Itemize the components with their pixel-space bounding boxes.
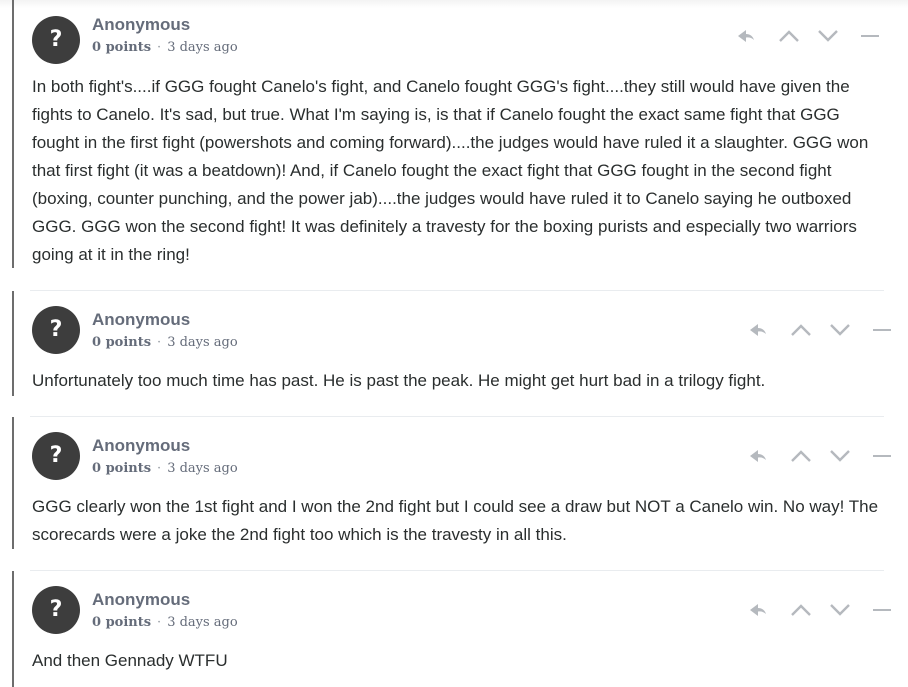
comment-body: Unfortunately too much time has past. He…: [32, 371, 766, 390]
upvote-icon[interactable]: [790, 446, 812, 466]
meta-separator: ·: [157, 335, 162, 350]
points-count: 0 points: [92, 40, 152, 55]
meta-separator: ·: [157, 461, 162, 476]
author-name[interactable]: Anonymous: [92, 15, 190, 35]
comment-actions: [736, 320, 891, 340]
downvote-icon[interactable]: [817, 26, 839, 46]
reply-icon[interactable]: [748, 600, 768, 620]
avatar[interactable]: ?: [32, 306, 80, 354]
comment-body: And then Gennady WTFU: [32, 651, 228, 670]
avatar[interactable]: ?: [32, 432, 80, 480]
comment-2: ? Anonymous 0 points · 3 days ago Unfortun…: [12, 291, 891, 396]
points-count: 0 points: [92, 461, 152, 476]
timestamp-link[interactable]: 3 days ago: [167, 615, 238, 630]
comment-actions: [736, 600, 891, 620]
comment-meta: 0 points · 3 days ago: [92, 335, 238, 350]
comment-actions: [736, 446, 891, 466]
comment-meta: 0 points · 3 days ago: [92, 615, 238, 630]
upvote-icon[interactable]: [790, 320, 812, 340]
timestamp-link[interactable]: 3 days ago: [167, 335, 238, 350]
meta-separator: ·: [157, 615, 162, 630]
upvote-icon[interactable]: [790, 600, 812, 620]
comment-thread: ? Anonymous 0 points · 3 days ago In both …: [0, 0, 908, 687]
collapse-icon[interactable]: [872, 600, 892, 620]
comment-body: In both fight's....if GGG fought Canelo'…: [32, 77, 869, 264]
avatar[interactable]: ?: [32, 586, 80, 634]
points-count: 0 points: [92, 615, 152, 630]
downvote-icon[interactable]: [829, 320, 851, 340]
meta-separator: ·: [157, 40, 162, 55]
reply-icon[interactable]: [736, 26, 756, 46]
upvote-icon[interactable]: [778, 26, 800, 46]
comment-actions: [736, 26, 882, 46]
downvote-icon[interactable]: [829, 446, 851, 466]
downvote-icon[interactable]: [829, 600, 851, 620]
comment-4: ? Anonymous 0 points · 3 days ago And then…: [12, 571, 891, 687]
author-name[interactable]: Anonymous: [92, 436, 190, 456]
comment-meta: 0 points · 3 days ago: [92, 40, 238, 55]
avatar[interactable]: ?: [32, 16, 80, 64]
comment-body: GGG clearly won the 1st fight and I won …: [32, 497, 879, 544]
comment-3: ? Anonymous 0 points · 3 days ago GGG clea…: [12, 417, 891, 549]
reply-icon[interactable]: [748, 320, 768, 340]
timestamp-link[interactable]: 3 days ago: [167, 461, 238, 476]
comment-meta: 0 points · 3 days ago: [92, 461, 238, 476]
timestamp-link[interactable]: 3 days ago: [167, 40, 238, 55]
collapse-icon[interactable]: [860, 26, 880, 46]
comment-1: ? Anonymous 0 points · 3 days ago In both …: [12, 0, 886, 268]
author-name[interactable]: Anonymous: [92, 310, 190, 330]
points-count: 0 points: [92, 335, 152, 350]
collapse-icon[interactable]: [872, 446, 892, 466]
reply-icon[interactable]: [748, 446, 768, 466]
collapse-icon[interactable]: [872, 320, 892, 340]
author-name[interactable]: Anonymous: [92, 590, 190, 610]
